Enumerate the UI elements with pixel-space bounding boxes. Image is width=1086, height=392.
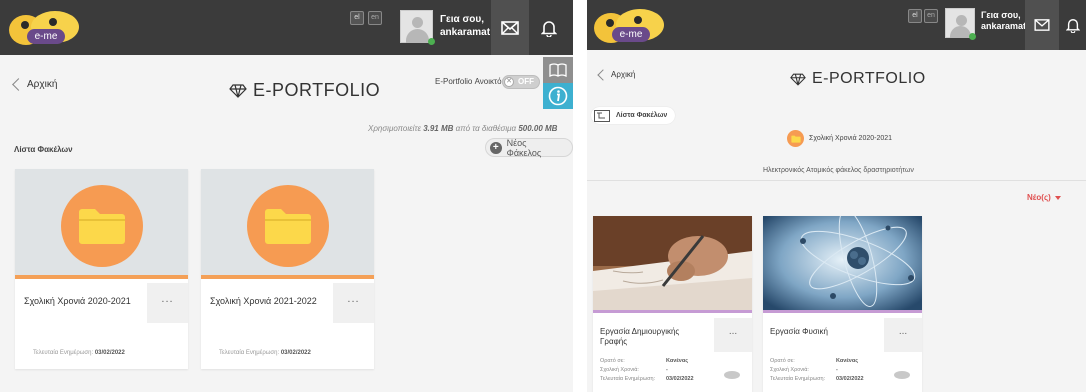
lang-el-button[interactable]: el (908, 9, 922, 23)
logo-text: e-me (27, 29, 65, 44)
right-screenshot: e-me el en Γεια σου, ankaramat Αρχική E-… (587, 0, 1086, 392)
folder-more-button[interactable]: ... (333, 283, 374, 323)
e-me-logo[interactable]: e-me (594, 7, 666, 45)
writing-photo (593, 216, 752, 313)
back-home-link[interactable]: Αρχική (12, 78, 58, 91)
storage-usage: Χρησιμοποιείτε 3.91 MB από τα διαθέσιμα … (368, 124, 558, 133)
user-menu[interactable]: Γεια σου, ankaramat (945, 6, 1027, 45)
mail-icon (501, 20, 519, 35)
school-year-value: - (836, 367, 838, 373)
folder-more-button[interactable]: ... (147, 283, 188, 323)
current-folder-name: Σχολική Χρονιά 2020-2021 (809, 135, 893, 142)
folder-list-breadcrumb[interactable]: Λίστα Φακέλων (591, 107, 676, 124)
logo-text: e-me (612, 27, 650, 42)
page-title: E-PORTFOLIO (229, 80, 380, 101)
page-title: E-PORTFOLIO (790, 70, 926, 88)
toggle-state: OFF (518, 77, 534, 86)
user-menu[interactable]: Γεια σου, ankaramat (400, 8, 490, 47)
portfolio-item-card[interactable]: Εργασία Δημιουργικής Γραφής ... Ορατό σε… (593, 216, 752, 392)
visibility-value: Κανένας (836, 358, 859, 364)
username: ankaramat (440, 27, 491, 38)
new-folder-label: Νέος Φάκελος (506, 137, 542, 158)
portfolio-item-card[interactable]: Εργασία Φυσική ... Ορατό σε: Κανένας Σχο… (763, 216, 922, 392)
folder-icon (265, 209, 311, 244)
notifications-button[interactable] (530, 0, 568, 55)
visibility-value: Κανένας (666, 358, 689, 364)
item-title: Εργασία Δημιουργικής Γραφής (600, 327, 680, 346)
lang-en-button[interactable]: en (368, 11, 382, 25)
diamond-icon (229, 83, 247, 98)
notifications-button[interactable] (1059, 0, 1086, 50)
back-label: Αρχική (27, 79, 58, 90)
chevron-left-icon (12, 78, 25, 91)
folder-card[interactable]: Σχολική Χρονιά 2020-2021 ... Τελευταία Ε… (15, 169, 188, 369)
guide-tab[interactable] (543, 57, 573, 83)
messages-button[interactable] (1025, 0, 1059, 50)
eye-icon[interactable] (894, 371, 910, 379)
new-item-dropdown[interactable]: Νέο(ς) (1027, 193, 1061, 202)
caret-down-icon (1054, 195, 1061, 200)
folder-icon (790, 135, 801, 143)
lang-el-button[interactable]: el (350, 11, 364, 25)
school-year-label: Σχολική Χρονιά: (600, 367, 639, 373)
folder-updated: Τελευταία Ενημέρωση: 03/02/2022 (33, 350, 125, 356)
updated-label: Τελευταία Ενημέρωση: (770, 376, 826, 382)
username: ankaramat (981, 21, 1027, 31)
lang-en-button[interactable]: en (924, 9, 938, 23)
diamond-icon (790, 73, 806, 86)
updated-label: Τελευταία Ενημέρωση: (600, 376, 656, 382)
info-icon (548, 86, 568, 106)
eye-icon[interactable] (724, 371, 740, 379)
portfolio-open-toggle[interactable]: ✕ OFF (502, 75, 540, 89)
online-status-dot (428, 38, 435, 45)
divider (587, 180, 1086, 181)
top-bar: e-me el en Γεια σου, ankaramat (587, 0, 1086, 50)
mail-icon (1034, 19, 1050, 31)
bell-icon (1065, 19, 1080, 33)
left-screenshot: e-me el en Γεια σου, ankaramat Αρχική E-… (0, 0, 573, 392)
visibility-label: Ορατό σε: (600, 358, 625, 364)
messages-button[interactable] (491, 0, 529, 55)
folder-description: Ηλεκτρονικός Ατομικός φάκελος δραστηριοτ… (763, 167, 914, 174)
item-title: Εργασία Φυσική (770, 327, 828, 336)
folder-name: Σχολική Χρονιά 2020-2021 (24, 296, 131, 306)
back-home-link[interactable]: Αρχική (597, 68, 636, 81)
top-bar: e-me el en Γεια σου, ankaramat (0, 0, 573, 55)
new-folder-button[interactable]: + Νέος Φάκελος (485, 137, 573, 158)
visibility-label: Ορατό σε: (770, 358, 795, 364)
book-icon (549, 63, 567, 77)
updated-value: 03/02/2022 (836, 376, 864, 382)
online-status-dot (969, 33, 976, 40)
folder-tree-icon (594, 109, 610, 122)
folder-list-label: Λίστα Φακέλων (14, 145, 73, 154)
chevron-left-icon (597, 68, 609, 81)
item-more-button[interactable]: ... (884, 318, 922, 352)
e-me-logo[interactable]: e-me (9, 9, 81, 47)
school-year-value: - (666, 367, 668, 373)
updated-value: 03/02/2022 (666, 376, 694, 382)
info-tab[interactable] (543, 83, 573, 109)
plus-icon: + (490, 141, 502, 154)
current-folder: Σχολική Χρονιά 2020-2021 (787, 130, 892, 147)
greeting-text: Γεια σου, (440, 14, 485, 25)
folder-updated: Τελευταία Ενημέρωση: 03/02/2022 (219, 350, 311, 356)
back-label: Αρχική (611, 70, 636, 79)
greeting-text: Γεια σου, (981, 10, 1021, 20)
portfolio-open-label: E-Portfolio Ανοικτό: (435, 77, 504, 86)
folder-card[interactable]: Σχολική Χρονιά 2021-2022 ... Τελευταία Ε… (201, 169, 374, 369)
folder-icon (79, 209, 125, 244)
atom-photo (763, 216, 922, 313)
school-year-label: Σχολική Χρονιά: (770, 367, 809, 373)
bell-icon (541, 20, 557, 37)
toggle-close-icon: ✕ (504, 77, 514, 87)
item-more-button[interactable]: ... (714, 318, 752, 352)
folder-name: Σχολική Χρονιά 2021-2022 (210, 296, 317, 306)
